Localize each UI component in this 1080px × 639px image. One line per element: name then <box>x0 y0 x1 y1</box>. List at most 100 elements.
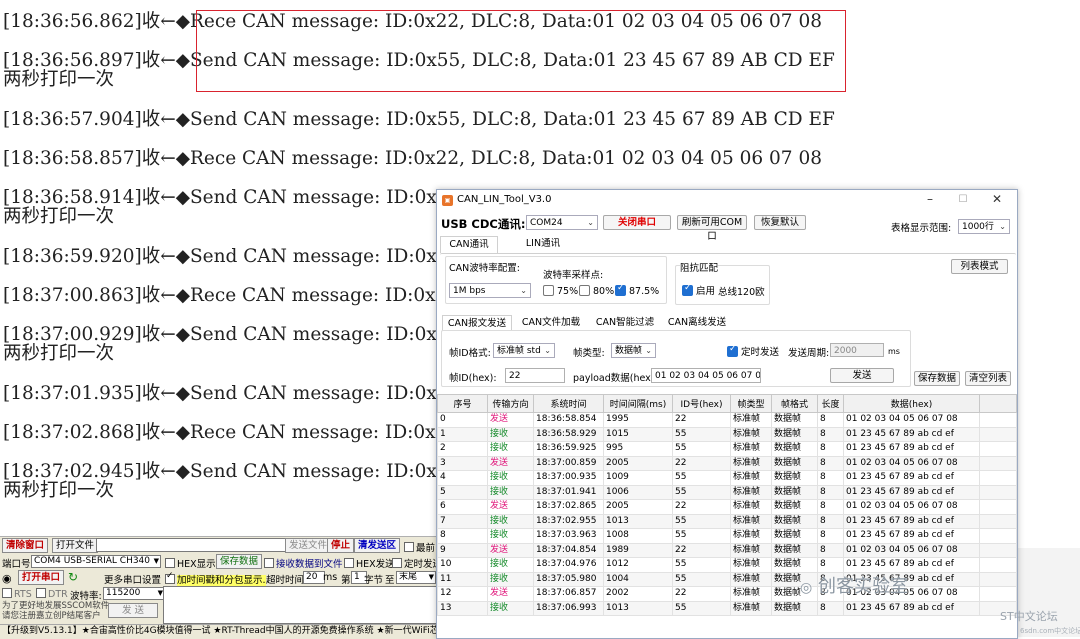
column-header[interactable]: 帧格式 <box>771 394 818 413</box>
table-row[interactable]: 11 接收 18:37:05.980 1004 55 标准帧 数据帧 8 01 23 45 67… <box>437 571 1017 587</box>
column-header[interactable]: 序号 <box>437 394 488 413</box>
send-button[interactable]: 发送 <box>830 368 894 383</box>
table-cell: 01 02 03 04 05 06 07 08 <box>843 542 980 558</box>
timed-send-checkbox[interactable]: 定时发送 <box>727 344 779 358</box>
table-cell-filler <box>979 571 1017 587</box>
table-cell: 标准帧 <box>730 470 772 486</box>
subtab-can-send[interactable]: CAN报文发送 <box>442 315 512 331</box>
table-row[interactable]: 5 接收 18:37:01.941 1006 55 标准帧 数据帧 8 01 23 45 67 … <box>437 484 1017 500</box>
send-period-input[interactable]: 2000 <box>830 343 884 357</box>
sample-875-checkbox[interactable]: 87.5% <box>615 283 659 297</box>
save-data-button[interactable]: 保存数据 <box>216 554 263 569</box>
table-row[interactable]: 4 接收 18:37:00.935 1009 55 标准帧 数据帧 8 01 23 45 67 … <box>437 470 1017 486</box>
stop-button[interactable]: 停止 <box>327 538 355 553</box>
column-header[interactable]: ID号(hex) <box>672 394 731 413</box>
table-row[interactable]: 2 接收 18:36:59.925 995 55 标准帧 数据帧 8 01 23 45 67 8… <box>437 441 1017 457</box>
subtab-can-filter[interactable]: CAN智能过滤 <box>591 315 659 331</box>
restore-default-button[interactable]: 恢复默认 <box>754 215 806 230</box>
frame-id-format-select[interactable]: 标准帧 std ⌄ <box>493 343 555 358</box>
file-path-input[interactable] <box>96 538 288 552</box>
subtab-can-file[interactable]: CAN文件加载 <box>517 315 585 331</box>
clear-list-button[interactable]: 清空列表 <box>965 371 1011 386</box>
send-file-button[interactable]: 发送文件 <box>285 538 332 553</box>
log-timestamp: [18:36:56.897] <box>3 50 142 71</box>
title-bar[interactable]: ▣ CAN_LIN_Tool_V3.0 – ☐ ✕ <box>437 190 1017 211</box>
payload-input[interactable]: 01 02 03 04 05 06 07 08 <box>651 368 761 383</box>
rts-checkbox[interactable]: RTS <box>2 588 32 600</box>
subtab-can-offline[interactable]: CAN离线发送 <box>663 315 731 331</box>
table-cell: 18:37:00.859 <box>533 455 604 471</box>
column-header[interactable]: 传输方向 <box>487 394 534 413</box>
recv-to-file-checkbox[interactable]: 接收数据到文件 <box>264 556 343 570</box>
table-cell: 01 23 45 67 89 ab cd ef <box>843 484 980 500</box>
table-cell: 1006 <box>603 484 673 500</box>
timestamp-checkbox[interactable]: 加时间戳和分包显示. <box>165 571 266 586</box>
baud-select[interactable]: 1M bps ⌄ <box>449 283 531 298</box>
column-header[interactable]: 数据(hex) <box>843 394 980 413</box>
table-row[interactable]: 8 接收 18:37:03.963 1008 55 标准帧 数据帧 8 01 23 45 67 … <box>437 528 1017 544</box>
table-cell: 18:36:58.929 <box>533 426 604 442</box>
table-range-select[interactable]: 1000行 ⌄ <box>958 219 1010 234</box>
close-icon[interactable]: ✕ <box>982 192 1012 206</box>
timeout-input[interactable]: 20 <box>303 571 325 584</box>
frame-type-select[interactable]: 数据帧 ⌄ <box>611 343 656 358</box>
send-text-area[interactable] <box>163 586 441 624</box>
table-cell: 6 <box>437 499 488 515</box>
list-mode-button[interactable]: 列表模式 <box>951 259 1008 274</box>
column-header[interactable]: 时间间隔(ms) <box>603 394 673 413</box>
timed-send-checkbox[interactable]: 定时发送 <box>392 556 442 570</box>
dtr-checkbox[interactable]: DTR <box>36 588 68 600</box>
clear-window-button[interactable]: 清除窗口 <box>2 538 49 553</box>
front-checkbox[interactable]: 最前 <box>404 540 435 554</box>
hex-display-checkbox[interactable]: HEX显示 <box>165 556 216 570</box>
table-header: 序号 传输方向 系统时间 时间间隔(ms) ID号(hex) 帧类型 帧格式 长度 数据(hex… <box>437 394 1017 413</box>
frame-id-input[interactable]: 22 <box>505 368 565 383</box>
column-header[interactable]: 帧类型 <box>730 394 772 413</box>
table-cell: 标准帧 <box>730 455 772 471</box>
to-label: 至 <box>385 575 395 586</box>
table-row[interactable]: 1 接收 18:36:58.929 1015 55 标准帧 数据帧 8 01 23 45 67 … <box>437 426 1017 442</box>
tab-can[interactable]: CAN通讯 <box>440 236 498 253</box>
table-row[interactable]: 10 接收 18:37:04.976 1012 55 标准帧 数据帧 8 01 23 45 67… <box>437 557 1017 573</box>
close-port-button[interactable]: 关闭串口 <box>603 215 671 230</box>
table-cell: 22 <box>672 455 731 471</box>
send-button[interactable]: 发 送 <box>108 603 158 618</box>
save-data-button[interactable]: 保存数据 <box>914 371 960 386</box>
port-select[interactable]: COM24 ⌄ <box>526 215 598 230</box>
table-row[interactable]: 12 发送 18:37:06.857 2002 22 标准帧 数据帧 8 01 02 03 04… <box>437 586 1017 602</box>
minimize-icon[interactable]: – <box>915 192 945 206</box>
table-cell: 18:37:02.955 <box>533 513 604 529</box>
promo-text[interactable]: 为了更好地发展SSCOM软件 请您注册嘉立创P结尾客户 <box>2 601 109 621</box>
open-port-button[interactable]: 打开串口 <box>18 570 65 585</box>
table-row[interactable]: 7 接收 18:37:02.955 1013 55 标准帧 数据帧 8 01 23 45 67 … <box>437 513 1017 529</box>
table-row[interactable]: 0 发送 18:36:58.854 1995 22 标准帧 数据帧 8 01 02 03 04 … <box>437 412 1017 428</box>
table-cell: 标准帧 <box>730 441 772 457</box>
open-file-button[interactable]: 打开文件 <box>52 538 99 553</box>
table-row[interactable]: 13 接收 18:37:06.993 1013 55 标准帧 数据帧 8 01 23 45 67… <box>437 600 1017 616</box>
refresh-ports-button[interactable]: 刷新可用COM口 <box>677 215 747 242</box>
sample-80-checkbox[interactable]: 80% <box>579 285 614 297</box>
more-settings-link[interactable]: 更多串口设置 <box>104 572 161 586</box>
sample-75-checkbox[interactable]: 75% <box>543 285 578 297</box>
column-header[interactable]: 长度 <box>817 394 844 413</box>
refresh-icon[interactable]: ↻ <box>68 570 78 584</box>
table-row[interactable]: 9 发送 18:37:04.854 1989 22 标准帧 数据帧 8 01 02 03 04 … <box>437 542 1017 558</box>
table-cell: 01 23 45 67 89 ab cd ef <box>843 557 980 573</box>
table-cell: 22 <box>672 586 731 602</box>
clear-send-button[interactable]: 清发送区 <box>354 538 401 553</box>
baud-select[interactable]: 115200 ▼ <box>103 587 165 600</box>
port-select[interactable]: COM4 USB-SERIAL CH340 ▼ <box>31 555 161 568</box>
table-cell: 1989 <box>603 542 673 558</box>
column-header[interactable]: 系统时间 <box>533 394 604 413</box>
log-direction: 收←◆ <box>141 148 190 169</box>
termination-checkbox[interactable]: 启用 <box>682 283 715 297</box>
maximize-icon[interactable]: ☐ <box>948 194 978 205</box>
log-direction: 收←◆ <box>141 50 190 71</box>
table-row[interactable]: 6 发送 18:37:02.865 2005 22 标准帧 数据帧 8 01 02 03 04 … <box>437 499 1017 515</box>
tab-lin[interactable]: LIN通讯 <box>509 236 577 253</box>
message-table[interactable]: 序号 传输方向 系统时间 时间间隔(ms) ID号(hex) 帧类型 帧格式 长度 数据(hex… <box>437 394 1017 616</box>
end-select[interactable]: 末尾 ▼ <box>396 571 436 584</box>
table-cell: 标准帧 <box>730 586 772 602</box>
hex-send-checkbox[interactable]: HEX发送 <box>344 556 395 570</box>
table-row[interactable]: 3 发送 18:37:00.859 2005 22 标准帧 数据帧 8 01 02 03 04 … <box>437 455 1017 471</box>
